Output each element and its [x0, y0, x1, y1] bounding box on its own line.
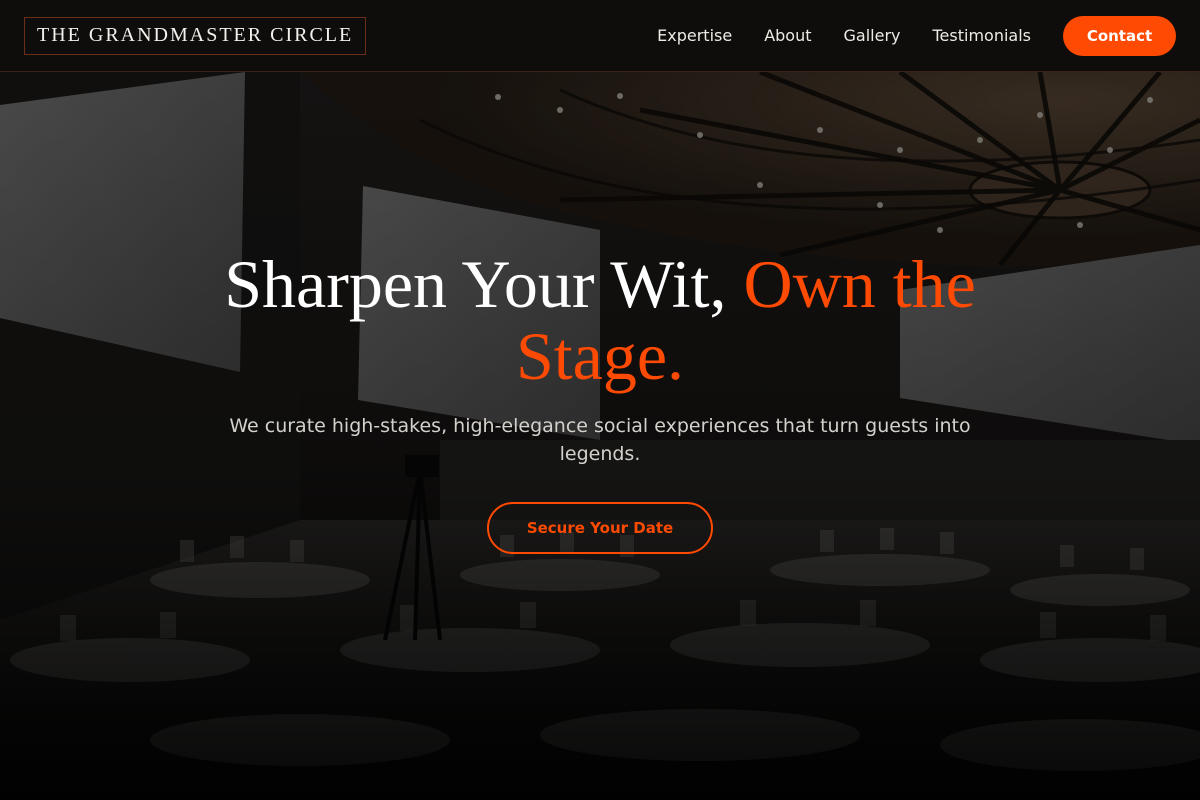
nav-link-expertise[interactable]: Expertise	[657, 26, 732, 45]
site-header: THE GRANDMASTER CIRCLE Expertise About G…	[0, 0, 1200, 72]
nav-link-gallery[interactable]: Gallery	[844, 26, 901, 45]
hero-section: Sharpen Your Wit, Own the Stage. We cura…	[0, 248, 1200, 554]
hero-headline: Sharpen Your Wit, Own the Stage.	[190, 248, 1010, 392]
brand-logo[interactable]: THE GRANDMASTER CIRCLE	[24, 16, 367, 55]
hero-subtitle: We curate high-stakes, high-elegance soc…	[229, 415, 971, 465]
contact-button[interactable]: Contact	[1063, 15, 1176, 56]
nav-link-about[interactable]: About	[764, 26, 811, 45]
hero-headline-main: Sharpen Your Wit,	[224, 246, 744, 322]
nav-link-testimonials[interactable]: Testimonials	[933, 26, 1032, 45]
secure-your-date-button[interactable]: Secure Your Date	[487, 502, 713, 554]
main-nav: Expertise About Gallery Testimonials Con…	[657, 15, 1176, 56]
